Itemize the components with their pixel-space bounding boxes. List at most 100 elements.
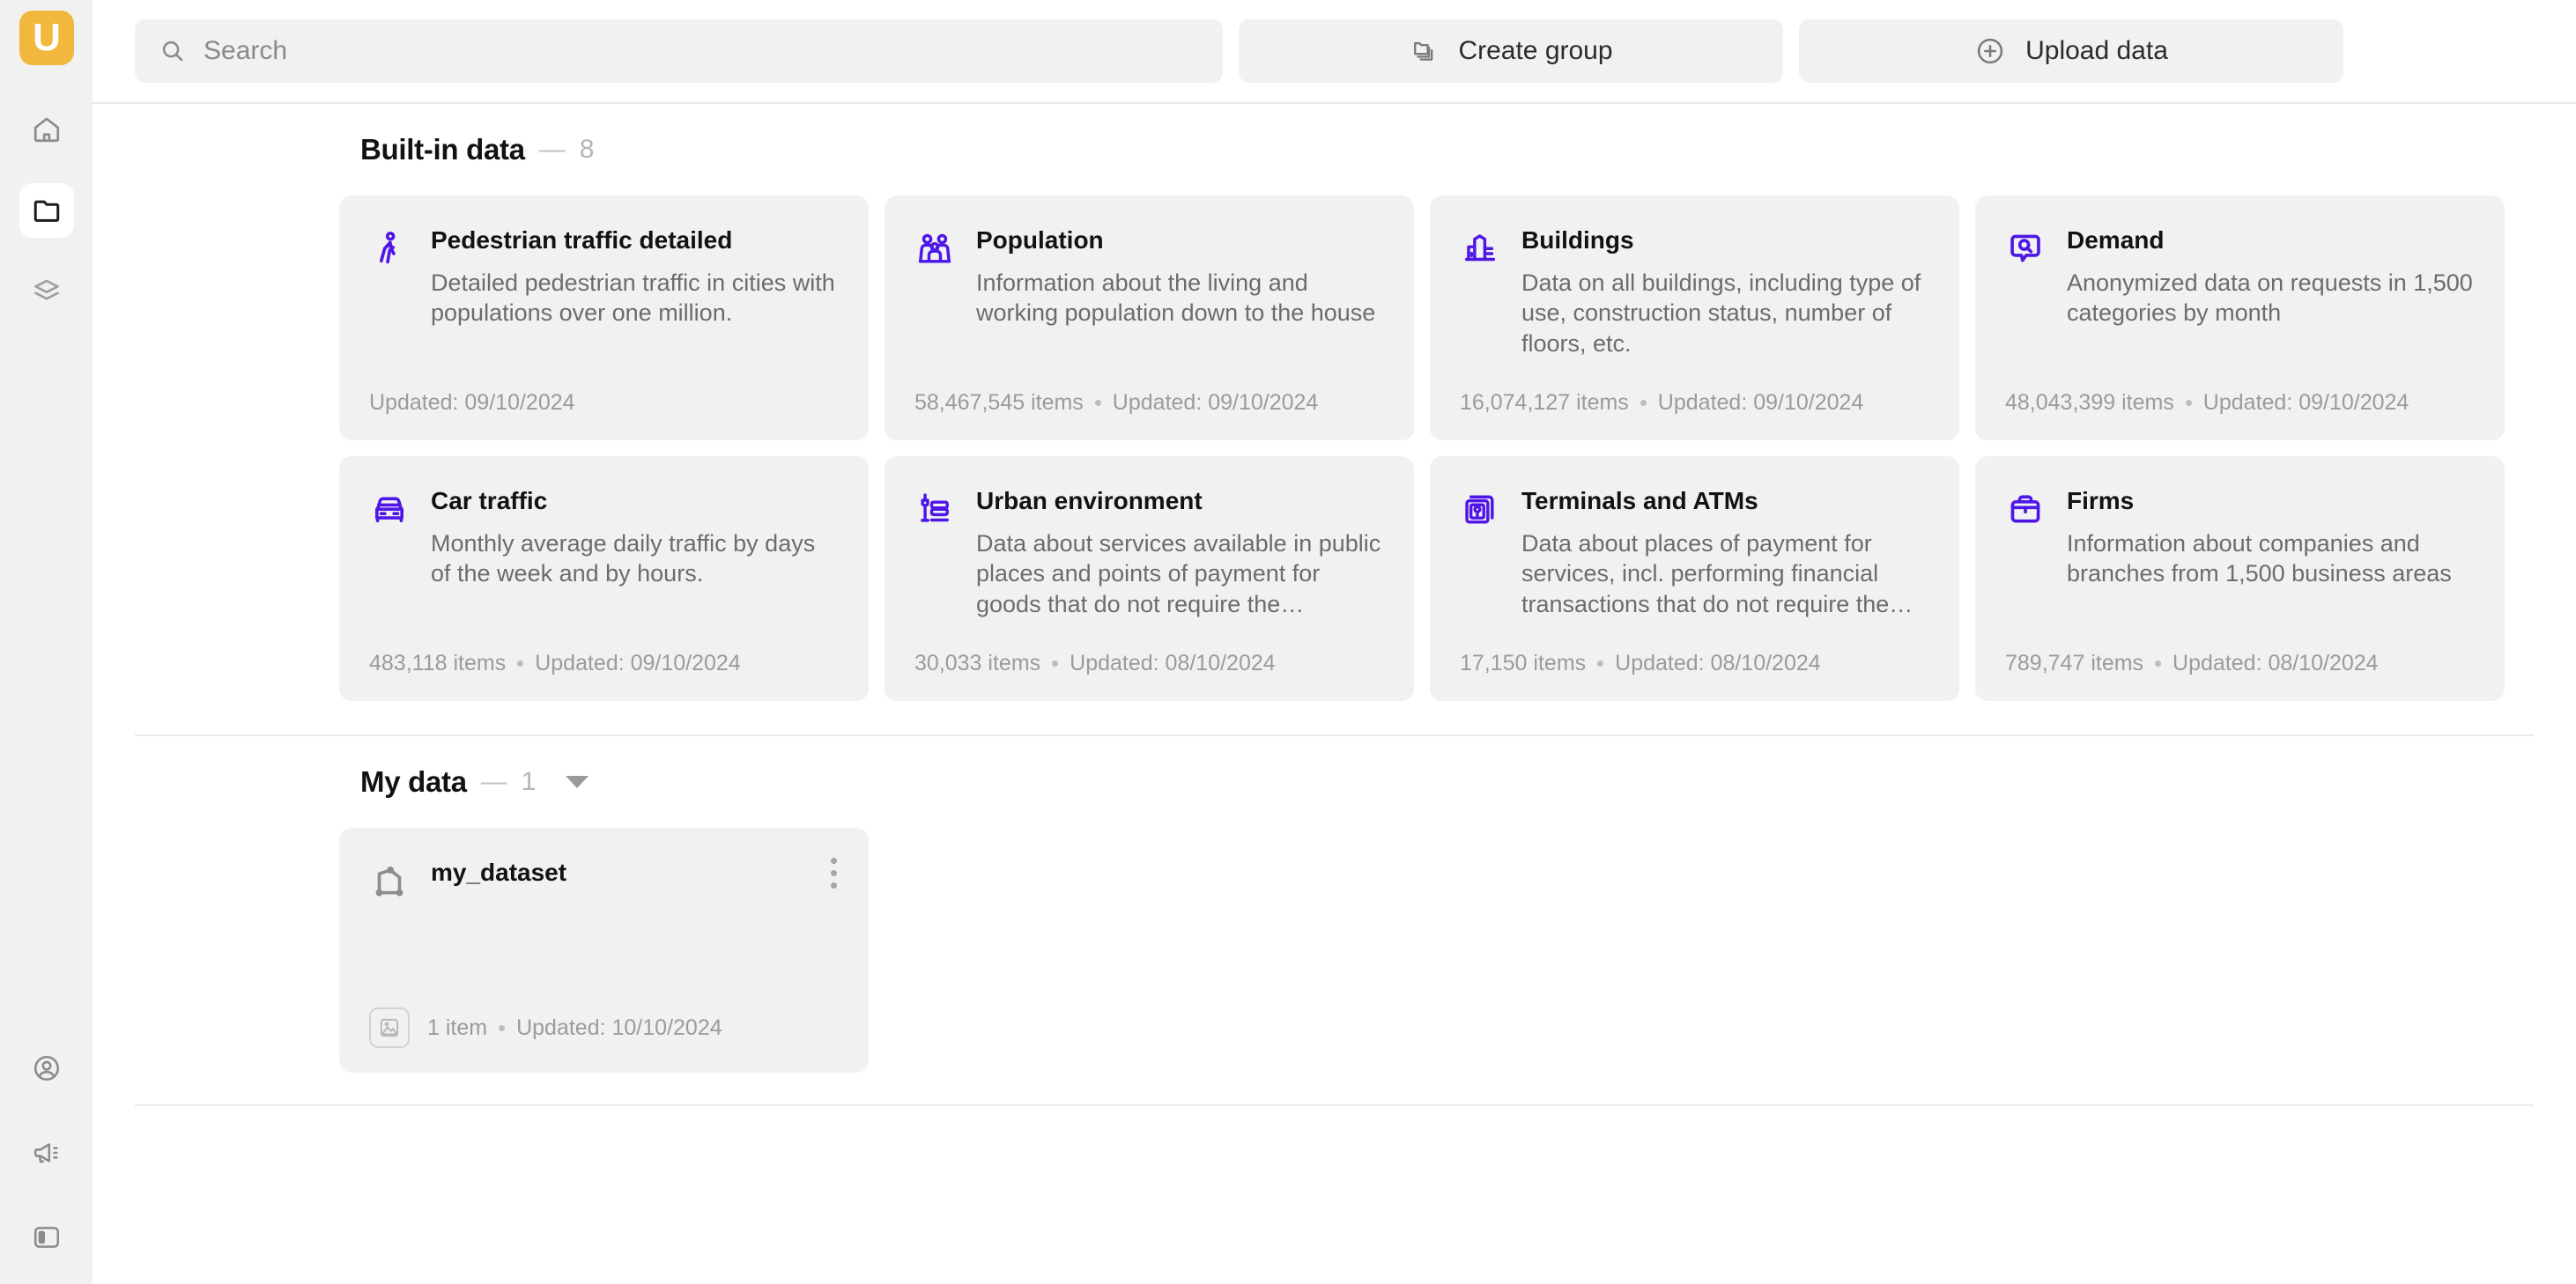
- dataset-card-car-traffic[interactable]: Car traffic Monthly average daily traffi…: [339, 456, 869, 701]
- sidebar-item-account[interactable]: [19, 1041, 74, 1096]
- card-more-options-button[interactable]: [831, 858, 837, 889]
- demand-icon: [2005, 229, 2046, 269]
- meta-separator-dot: [499, 1024, 506, 1031]
- dataset-card-population[interactable]: Population Information about the living …: [885, 196, 1414, 440]
- meta-separator-dot: [2155, 660, 2162, 667]
- create-group-label: Create group: [1458, 36, 1613, 65]
- card-items: 30,033 items: [914, 651, 1041, 675]
- card-title: Pedestrian traffic detailed: [431, 226, 733, 254]
- population-icon: [914, 229, 955, 269]
- card-header: Pedestrian traffic detailed Detailed ped…: [369, 225, 839, 328]
- card-description: Detailed pedestrian traffic in cities wi…: [431, 269, 835, 327]
- card-items: 58,467,545 items: [914, 390, 1084, 415]
- card-meta: 58,467,545 items Updated: 09/10/2024: [914, 390, 1384, 416]
- card-items: 17,150 items: [1460, 651, 1587, 675]
- meta-separator-dot: [1640, 400, 1647, 406]
- main-area: Create group Upload data Built-in data —: [93, 0, 2576, 1284]
- kebab-dot: [831, 870, 837, 876]
- card-meta-text: 1 item Updated: 10/10/2024: [427, 1015, 722, 1041]
- sidebar-item-home[interactable]: [19, 102, 74, 157]
- card-updated: Updated: 09/10/2024: [535, 651, 741, 675]
- card-text: Terminals and ATMs Data about places of …: [1521, 486, 1929, 619]
- dataset-card-firms[interactable]: Firms Information about companies and br…: [1975, 456, 2505, 701]
- card-description: Data about services available in public …: [976, 529, 1381, 617]
- card-meta: 48,043,399 items Updated: 09/10/2024: [2005, 390, 2475, 416]
- meta-separator-dot: [1597, 660, 1604, 667]
- card-meta: 483,118 items Updated: 09/10/2024: [369, 651, 839, 676]
- user-circle-icon: [32, 1053, 62, 1083]
- grid-spacer: [1975, 828, 2505, 1073]
- card-title: Terminals and ATMs: [1521, 487, 1758, 514]
- upload-data-label: Upload data: [2025, 36, 2168, 65]
- card-meta: 1 item Updated: 10/10/2024: [369, 1007, 839, 1048]
- sidebar-nav-bottom: [0, 1041, 93, 1265]
- grid-spacer: [1430, 828, 1959, 1073]
- app-logo[interactable]: U: [19, 11, 74, 65]
- create-group-button[interactable]: Create group: [1239, 19, 1783, 83]
- card-updated: Updated: 10/10/2024: [516, 1015, 722, 1040]
- dataset-card-demand[interactable]: Demand Anonymized data on requests in 1,…: [1975, 196, 2505, 440]
- card-updated: Updated: 08/10/2024: [1070, 651, 1276, 675]
- plus-circle-icon: [1974, 35, 2006, 67]
- pedestrian-icon: [369, 229, 410, 269]
- kebab-dot: [831, 858, 837, 864]
- my-data-section-dash: —: [480, 767, 507, 796]
- layers-icon: [32, 277, 62, 306]
- card-header: Demand Anonymized data on requests in 1,…: [2005, 225, 2475, 328]
- card-meta: 16,074,127 items Updated: 09/10/2024: [1460, 390, 1929, 416]
- folder-icon: [32, 196, 62, 225]
- card-updated: Updated: 09/10/2024: [369, 390, 575, 415]
- polygon-file-icon: [369, 861, 410, 902]
- my-data-section: My data — 1 my_dataset 1 item Updated: 1…: [93, 736, 2576, 1106]
- search-input[interactable]: [204, 36, 1198, 66]
- card-description: Monthly average daily traffic by days of…: [431, 529, 816, 587]
- card-updated: Updated: 09/10/2024: [2202, 390, 2409, 415]
- card-updated: Updated: 09/10/2024: [1112, 390, 1319, 415]
- sidebar-item-layers[interactable]: [19, 264, 74, 319]
- atm-icon: [1460, 490, 1500, 530]
- card-items: 48,043,399 items: [2005, 390, 2174, 415]
- group-folders-icon: [1409, 36, 1439, 66]
- builtin-section-header: Built-in data — 8: [135, 104, 2534, 196]
- upload-data-button[interactable]: Upload data: [1799, 19, 2343, 83]
- sidebar-item-announcements[interactable]: [19, 1125, 74, 1180]
- card-header: Buildings Data on all buildings, includi…: [1460, 225, 1929, 358]
- section-divider-bottom: [135, 1104, 2534, 1106]
- app-root: U Search Create group Upload data Built-…: [0, 0, 2576, 1284]
- kebab-dot: [831, 882, 837, 889]
- card-meta: 30,033 items Updated: 08/10/2024: [914, 651, 1384, 676]
- card-text: my_dataset: [431, 858, 566, 902]
- card-text: Buildings Data on all buildings, includi…: [1521, 225, 1929, 358]
- sidebar-item-data[interactable]: [19, 183, 74, 238]
- chevron-down-icon[interactable]: [566, 776, 589, 788]
- my-data-section-count: 1: [521, 767, 537, 796]
- home-icon: [32, 114, 62, 144]
- card-meta: Updated: 09/10/2024: [369, 390, 839, 416]
- dataset-card-buildings[interactable]: Buildings Data on all buildings, includi…: [1430, 196, 1959, 440]
- card-description: Anonymized data on requests in 1,500 cat…: [2067, 269, 2473, 327]
- card-description: Data about places of payment for service…: [1521, 529, 1913, 617]
- app-logo-letter: U: [33, 16, 61, 59]
- card-title: Urban environment: [976, 487, 1203, 514]
- card-header: Terminals and ATMs Data about places of …: [1460, 486, 1929, 619]
- card-header: Firms Information about companies and br…: [2005, 486, 2475, 589]
- sidebar-item-panel-toggle[interactable]: [19, 1210, 74, 1265]
- sidebar: U: [0, 0, 93, 1284]
- sidebar-nav-top: [19, 102, 74, 319]
- dataset-card-urban-environment[interactable]: Urban environment Data about services av…: [885, 456, 1414, 701]
- builtin-section-title: Built-in data: [360, 133, 525, 166]
- dataset-card-pedestrian-traffic-detailed[interactable]: Pedestrian traffic detailed Detailed ped…: [339, 196, 869, 440]
- card-title: Demand: [2067, 226, 2165, 254]
- card-text: Demand Anonymized data on requests in 1,…: [2067, 225, 2475, 328]
- search-field[interactable]: [135, 19, 1223, 83]
- card-description: Information about the living and working…: [976, 269, 1376, 327]
- card-text: Car traffic Monthly average daily traffi…: [431, 486, 839, 589]
- meta-separator-dot: [1052, 660, 1059, 667]
- card-text: Urban environment Data about services av…: [976, 486, 1384, 619]
- panel-toggle-icon: [32, 1222, 62, 1252]
- meta-separator-dot: [1094, 400, 1101, 406]
- dataset-card-terminals-and-atms[interactable]: Terminals and ATMs Data about places of …: [1430, 456, 1959, 701]
- card-updated: Updated: 08/10/2024: [2173, 651, 2379, 675]
- builtin-section-count: 8: [579, 135, 595, 164]
- dataset-card-my-dataset[interactable]: my_dataset 1 item Updated: 10/10/2024: [339, 828, 869, 1073]
